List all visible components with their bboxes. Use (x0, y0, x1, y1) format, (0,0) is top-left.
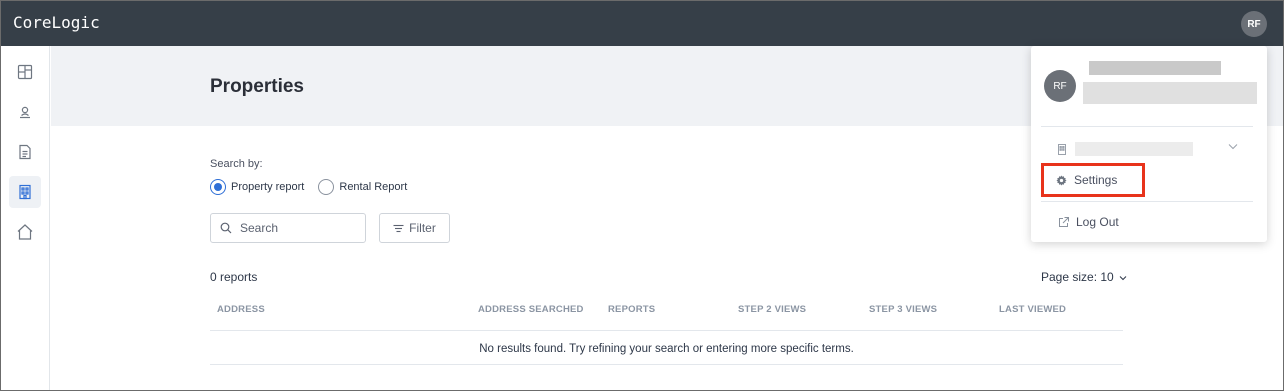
brand-logo[interactable]: CoreLogic (13, 13, 100, 32)
settings-label: Settings (1074, 173, 1118, 187)
report-count: 0 reports (210, 270, 258, 284)
user-menu-dropdown: RF Settings Log Out (1031, 46, 1267, 242)
sidebar (1, 46, 50, 390)
column-header-reports[interactable]: REPORTS (608, 304, 655, 315)
search-icon (220, 222, 232, 234)
sidebar-item-reports[interactable] (9, 136, 41, 168)
filter-icon (393, 224, 404, 232)
redacted-user-name (1089, 61, 1221, 75)
menu-divider (1041, 126, 1253, 127)
radio-property-report[interactable] (210, 179, 226, 195)
organization-selector[interactable] (1057, 142, 1193, 156)
logout-label: Log Out (1076, 215, 1119, 229)
user-icon (20, 106, 30, 119)
dashboard-icon (17, 64, 33, 80)
menu-divider (1041, 201, 1253, 202)
page-size-select[interactable]: Page size: 10 (1041, 270, 1127, 284)
home-icon (17, 224, 33, 240)
table-header-divider (210, 330, 1123, 331)
column-header-address-searched[interactable]: ADDRESS SEARCHED (478, 304, 584, 315)
document-icon (19, 144, 31, 160)
search-by-label: Search by: (210, 158, 263, 170)
top-bar: CoreLogic RF (1, 1, 1283, 46)
building-icon (1058, 143, 1066, 155)
filter-button[interactable]: Filter (379, 213, 450, 243)
search-type-radio-group: Property report Rental Report (210, 179, 421, 195)
radio-property-report-label[interactable]: Property report (231, 181, 304, 193)
column-header-last-viewed[interactable]: LAST VIEWED (999, 304, 1066, 315)
settings-menu-item[interactable]: Settings (1041, 163, 1145, 197)
redacted-user-email (1083, 82, 1257, 104)
user-avatar-button[interactable]: RF (1241, 11, 1267, 37)
logout-menu-item[interactable]: Log Out (1058, 215, 1119, 229)
sidebar-item-properties[interactable] (9, 176, 41, 208)
chevron-down-icon (1119, 276, 1127, 281)
column-header-step2-views[interactable]: STEP 2 VIEWS (738, 304, 806, 315)
radio-rental-report-label[interactable]: Rental Report (339, 181, 407, 193)
external-link-icon (1059, 216, 1069, 227)
sidebar-item-dashboard[interactable] (9, 56, 41, 88)
page-title: Properties (210, 76, 304, 97)
empty-results-message: No results found. Try refining your sear… (479, 343, 854, 355)
column-header-step3-views[interactable]: STEP 3 VIEWS (869, 304, 937, 315)
gear-icon (1056, 174, 1067, 186)
sidebar-item-contacts[interactable] (9, 96, 41, 128)
sidebar-item-home[interactable] (9, 216, 41, 248)
search-input[interactable] (240, 221, 350, 235)
search-box[interactable] (210, 213, 366, 243)
table-bottom-divider (210, 364, 1123, 365)
chevron-down-icon[interactable] (1228, 143, 1238, 150)
radio-rental-report[interactable] (318, 179, 335, 195)
menu-avatar: RF (1044, 70, 1076, 102)
redacted-organization-name (1075, 142, 1193, 156)
building-icon (19, 184, 31, 200)
app-window: CoreLogic RF Properties Search by: Prope… (0, 0, 1284, 391)
column-header-address[interactable]: ADDRESS (217, 304, 265, 315)
filter-button-label: Filter (409, 221, 436, 235)
page-size-label: Page size: 10 (1041, 270, 1114, 284)
